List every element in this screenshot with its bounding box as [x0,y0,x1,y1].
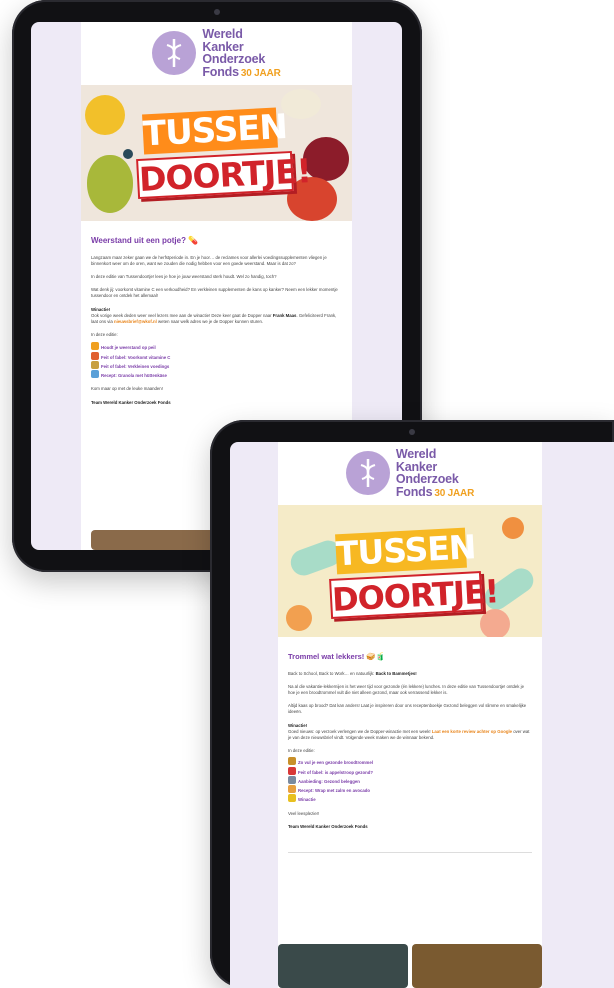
logo-mark-icon [152,31,197,76]
winner-name: Frank Maas [272,312,297,318]
orange-image [286,604,312,631]
hero-title-line1: TUSSEN [335,526,477,574]
review-link[interactable]: Laat een korte review achter op Google [432,729,512,734]
grapefruit-image [480,608,510,637]
email-body: Weerstand uit een potje? 💊 Langzaam maar… [81,221,352,422]
logo: Wereld Kanker Onderzoek Fonds 30 JAAR [278,442,542,499]
logo-text: Wereld Kanker Onderzoek Fonds 30 JAAR [202,27,281,79]
contents-list: Houdt je weerstand op peil Feit of fabel… [91,342,342,379]
sandwich-image [412,944,542,988]
camera-dot [409,429,415,435]
paragraph: Wat denk jij: voorkomt vitamine C een ve… [91,287,338,299]
hero-banner: TUSSEN DOORTJE! [81,84,352,221]
logo: Wereld Kanker Onderzoek Fonds 30 JAAR [81,22,352,79]
list-item[interactable]: Feit of fabel: Verkleinen voedings [91,360,342,370]
list-item[interactable]: Houdt je weerstand op peil [91,342,342,351]
hero-title-line2: DOORTJE! [329,570,499,619]
newsletter-email: Wereld Kanker Onderzoek Fonds 30 JAAR TUS… [278,442,542,988]
lemon-image [85,94,125,135]
hero-title-line1: TUSSEN [142,106,288,154]
paragraph: In deze editie van Tussendoortje! lees j… [91,273,277,279]
nuts-image [91,530,215,550]
grape-image [123,148,133,159]
tablet-front-screen: Wereld Kanker Onderzoek Fonds 30 JAAR TUS… [230,442,614,988]
orange-image [502,516,524,539]
lunchbox-image [278,944,408,988]
list-item[interactable]: Recept: Granola met hüttenkäse [91,370,342,379]
list-title: In deze editie: [91,332,118,338]
contents-list: Zo vul je een gezonde broodtrommel Feit … [288,757,532,803]
paragraph: Na al die vakantie-lekkernijen is het we… [288,683,524,695]
list-item[interactable]: Recept: Wrap met zalm en avocado [288,785,532,794]
tablet-front: Wereld Kanker Onderzoek Fonds 30 JAAR TUS… [210,420,614,988]
closing-text: Veel leesplezier! [288,810,320,816]
email-link[interactable]: nieuwsbrief@wkof.nl [114,319,157,324]
pear-image [87,154,133,213]
signature: Team Wereld Kanker Onderzoek Fonds [91,399,171,405]
footer-images [278,944,542,988]
list-item[interactable]: Zo vul je een gezonde broodtrommel [288,757,532,766]
fruit-slice-image [281,88,321,119]
divider [288,852,532,853]
winactie-block: Winactie! Ook vorige week deden weer vee… [91,306,337,325]
signature: Team Wereld Kanker Onderzoek Fonds [288,823,368,829]
camera-dot [214,9,220,15]
email-body: Trommel wat lekkers! 🥪🧃 Back to School, … [278,637,542,847]
paragraph: Langzaam maar zeker gaan we de herfstper… [91,254,327,266]
paragraph: Altijd kaas op brood? Dat kan anders! La… [288,703,527,715]
hero-banner: TUSSEN DOORTJE! [278,504,542,637]
closing-text: Kom maar op met de leuke maanden! [91,386,163,392]
email-headline: Trommel wat lekkers! 🥪🧃 [288,651,386,661]
list-title: In deze editie: [288,748,315,754]
list-item[interactable]: Aanbieding: Gezond beleggen [288,775,532,785]
winactie-title: Winactie! [288,722,308,728]
winactie-title: Winactie! [91,306,111,312]
list-item[interactable]: Feit of fabel: Voorkomt vitamine C [91,351,342,361]
hero-title-line2: DOORTJE! [136,150,312,199]
paragraph: Back to School, Back to Work… en natuurl… [288,670,417,676]
logo-mark-icon [345,451,390,496]
winactie-block: Winactie! Goed nieuws: op verzoek verlen… [288,722,530,741]
logo-text: Wereld Kanker Onderzoek Fonds 30 JAAR [395,447,475,499]
list-item[interactable]: Winactie [288,794,532,803]
email-headline: Weerstand uit een potje? 💊 [91,235,199,245]
list-item[interactable]: Feit of fabel: is appelstroop gezond? [288,766,532,776]
